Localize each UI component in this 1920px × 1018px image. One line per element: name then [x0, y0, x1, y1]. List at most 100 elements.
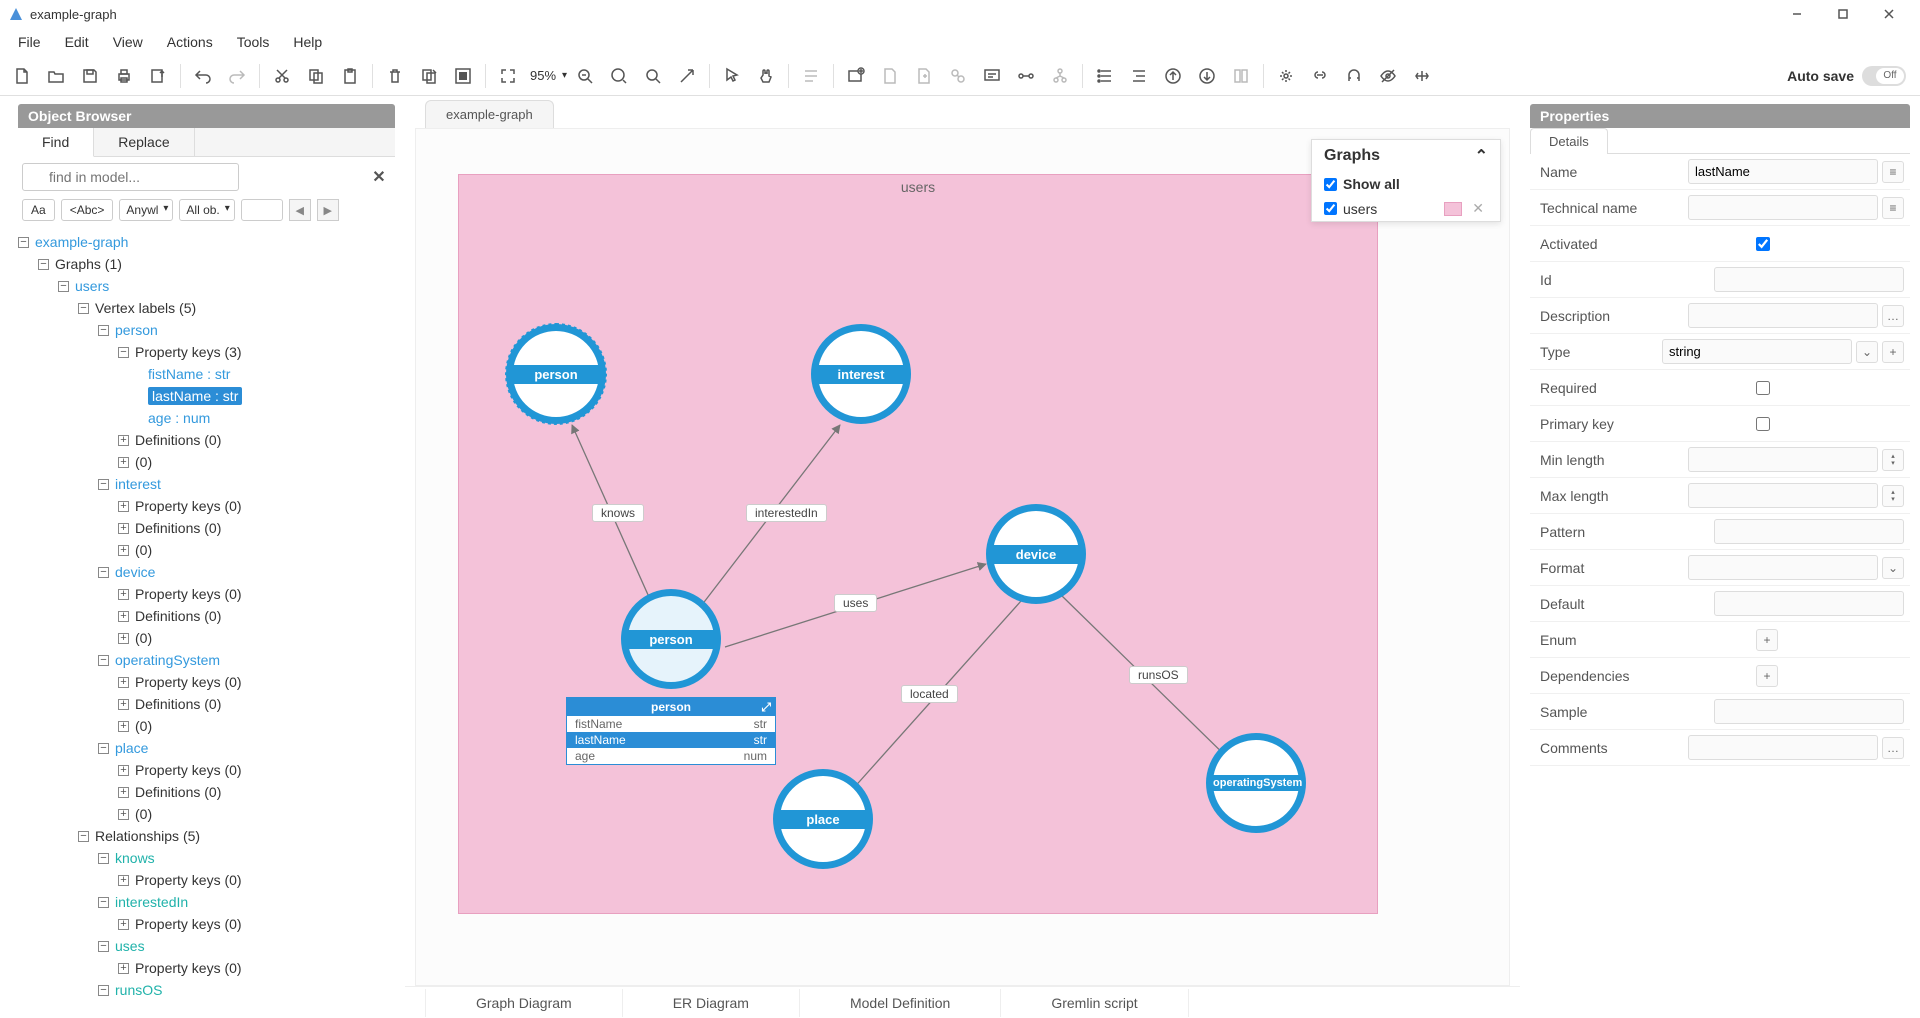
tab-replace[interactable]: Replace	[94, 128, 194, 156]
tree-rel-uses-props[interactable]: +Property keys (0)	[18, 957, 395, 979]
add-document-button[interactable]	[874, 60, 906, 92]
type-filter[interactable]: All ob.	[179, 199, 234, 221]
zoom-in-button[interactable]	[637, 60, 669, 92]
prop-input-minlength[interactable]	[1688, 447, 1878, 472]
menu-file[interactable]: File	[6, 30, 53, 54]
move-up-button[interactable]	[1157, 60, 1189, 92]
add-icon[interactable]: +	[1882, 341, 1904, 363]
edge-label-knows[interactable]: knows	[592, 504, 644, 522]
open-button[interactable]	[40, 60, 72, 92]
tab-model-definition[interactable]: Model Definition	[800, 989, 1001, 1017]
tree-props-os[interactable]: +Property keys (0)	[18, 671, 395, 693]
prop-checkbox-activated[interactable]	[1756, 237, 1770, 251]
tab-er-diagram[interactable]: ER Diagram	[623, 989, 800, 1017]
chevron-down-icon[interactable]: ⌄	[1856, 341, 1878, 363]
tree-props-person[interactable]: −Property keys (3)	[18, 341, 395, 363]
prop-select-type[interactable]	[1662, 339, 1852, 364]
tree-rel-interestedin[interactable]: −interestedIn	[18, 891, 395, 913]
tree-props-device[interactable]: +Property keys (0)	[18, 583, 395, 605]
users-checkbox[interactable]	[1324, 202, 1337, 215]
chevron-down-icon[interactable]: ⌄	[1882, 557, 1904, 579]
document-tab[interactable]: example-graph	[425, 100, 554, 128]
snap-button[interactable]	[1338, 60, 1370, 92]
graphs-legend-showall[interactable]: Show all	[1312, 172, 1500, 196]
export-button[interactable]	[142, 60, 174, 92]
cut-button[interactable]	[266, 60, 298, 92]
scope-filter[interactable]: Anywl	[119, 199, 173, 221]
list-icon[interactable]: ≡	[1882, 161, 1904, 183]
tree-vertex-device[interactable]: −device	[18, 561, 395, 583]
zoom-level[interactable]: 95%	[526, 68, 560, 83]
pan-button[interactable]	[750, 60, 782, 92]
tree-defs-device[interactable]: +Definitions (0)	[18, 605, 395, 627]
align-button[interactable]	[795, 60, 827, 92]
close-button[interactable]	[1866, 0, 1912, 28]
tree-prop-lastname[interactable]: lastName : str	[18, 385, 395, 407]
prop-input-maxlength[interactable]	[1688, 483, 1878, 508]
prop-input-description[interactable]	[1688, 303, 1878, 328]
filter-input[interactable]	[241, 199, 283, 221]
minimize-button[interactable]	[1774, 0, 1820, 28]
tree-props-place[interactable]: +Property keys (0)	[18, 759, 395, 781]
tree-zero-person[interactable]: +(0)	[18, 451, 395, 473]
more-icon[interactable]: …	[1882, 305, 1904, 327]
paste-button[interactable]	[334, 60, 366, 92]
tree-defs-place[interactable]: +Definitions (0)	[18, 781, 395, 803]
prop-input-technical[interactable]	[1688, 195, 1878, 220]
layout-button[interactable]	[1270, 60, 1302, 92]
tree-root[interactable]: −example-graph	[18, 231, 395, 253]
tree-rel-knows[interactable]: −knows	[18, 847, 395, 869]
autosave-toggle[interactable]: Off	[1862, 66, 1906, 86]
case-filter[interactable]: Aa	[22, 199, 55, 221]
tree-graph-users[interactable]: −users	[18, 275, 395, 297]
new-file-button[interactable]	[6, 60, 38, 92]
fullscreen-button[interactable]	[671, 60, 703, 92]
panel-toggle-button[interactable]	[1225, 60, 1257, 92]
popup-row-firstname[interactable]: fistNamestr	[567, 716, 775, 732]
stepper-icon[interactable]: ▴▾	[1882, 449, 1904, 471]
tab-graph-diagram[interactable]: Graph Diagram	[425, 989, 623, 1017]
prev-match-button[interactable]: ◀	[289, 199, 311, 221]
edge-label-located[interactable]: located	[901, 685, 958, 703]
tree-rel-interestedin-props[interactable]: +Property keys (0)	[18, 913, 395, 935]
graphs-legend[interactable]: Graphs⌃ Show all users✕	[1311, 139, 1501, 222]
tree-vertex-os[interactable]: −operatingSystem	[18, 649, 395, 671]
print-button[interactable]	[108, 60, 140, 92]
width-button[interactable]	[1406, 60, 1438, 92]
zoom-out-button[interactable]	[569, 60, 601, 92]
zoom-dropdown-icon[interactable]: ▾	[562, 70, 567, 81]
tree-rel-runsos[interactable]: −runsOS	[18, 979, 395, 1001]
tree-zero-device[interactable]: +(0)	[18, 627, 395, 649]
add-note-button[interactable]	[976, 60, 1008, 92]
tree-prop-firstname[interactable]: fistName : str	[18, 363, 395, 385]
prop-input-pattern[interactable]	[1714, 519, 1904, 544]
vertex-person-main[interactable]: person	[621, 589, 721, 689]
prop-input-sample[interactable]	[1714, 699, 1904, 724]
menu-edit[interactable]: Edit	[53, 30, 101, 54]
graphs-legend-item-users[interactable]: users✕	[1312, 196, 1500, 221]
popup-expand-icon[interactable]: ⤢	[761, 700, 771, 715]
add-link-button[interactable]	[942, 60, 974, 92]
list-icon[interactable]: ≡	[1882, 197, 1904, 219]
vertex-place[interactable]: place	[773, 769, 873, 869]
menu-help[interactable]: Help	[281, 30, 334, 54]
visibility-button[interactable]	[1372, 60, 1404, 92]
delete-button[interactable]	[379, 60, 411, 92]
tree-zero-os[interactable]: +(0)	[18, 715, 395, 737]
menu-view[interactable]: View	[101, 30, 155, 54]
menu-tools[interactable]: Tools	[225, 30, 282, 54]
tab-gremlin-script[interactable]: Gremlin script	[1001, 989, 1188, 1017]
save-button[interactable]	[74, 60, 106, 92]
add-enum-button[interactable]: +	[1756, 629, 1778, 651]
clear-search-button[interactable]: ✕	[367, 165, 391, 189]
prop-select-format[interactable]	[1688, 555, 1878, 580]
vertex-device[interactable]: device	[986, 504, 1086, 604]
next-match-button[interactable]: ▶	[317, 199, 339, 221]
tree-rel-uses[interactable]: −uses	[18, 935, 395, 957]
zoom-reset-button[interactable]	[603, 60, 635, 92]
maximize-button[interactable]	[1820, 0, 1866, 28]
tree-props-interest[interactable]: +Property keys (0)	[18, 495, 395, 517]
indent-button[interactable]	[1123, 60, 1155, 92]
tree-vertex-interest[interactable]: −interest	[18, 473, 395, 495]
tree-vertex-person[interactable]: −person	[18, 319, 395, 341]
